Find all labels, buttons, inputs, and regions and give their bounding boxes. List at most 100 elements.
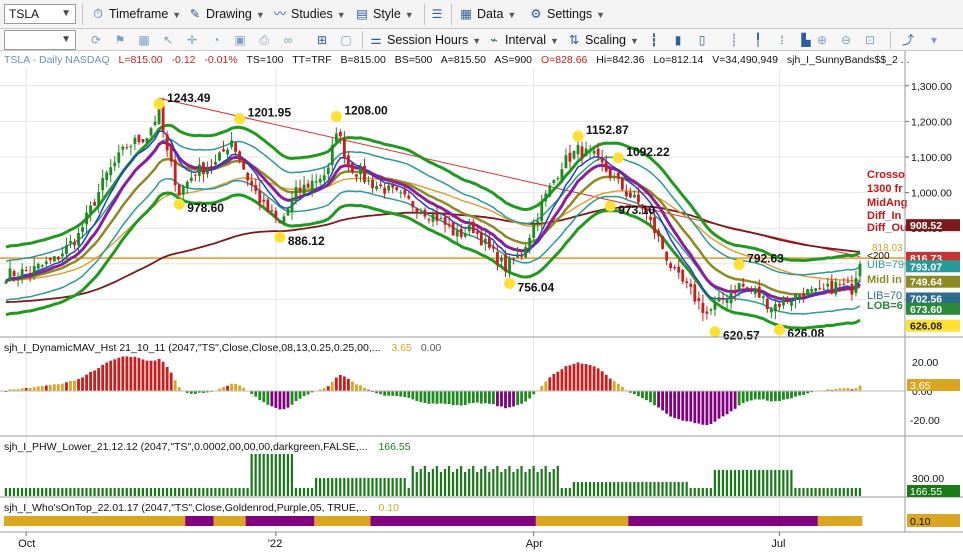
- mav-histogram-bar: [677, 391, 681, 420]
- phw-histogram-bar: [85, 488, 88, 496]
- wot-segment: [531, 516, 537, 526]
- phw-histogram-bar: [20, 488, 24, 496]
- phw-histogram-bar: [516, 469, 519, 496]
- wot-segment: [60, 516, 65, 526]
- wot-segment: [567, 516, 573, 526]
- price-marker-label: 908.52: [910, 220, 942, 232]
- phw-histogram-bar: [351, 478, 354, 496]
- phw-histogram-bar: [270, 454, 273, 496]
- candle-body: [536, 220, 540, 223]
- wot-segment: [829, 516, 835, 526]
- wot-segment: [745, 516, 750, 526]
- interval-icon: ⌁: [490, 33, 498, 47]
- add-chart-icon[interactable]: ⤴: [900, 32, 916, 48]
- zoom-fit-icon[interactable]: ⊡: [862, 32, 878, 48]
- dot-chart-icon[interactable]: ⁞: [774, 32, 790, 48]
- session-hours-button[interactable]: ⚌ Session Hours ▼: [368, 30, 481, 50]
- alert-icon[interactable]: ⚑: [112, 32, 128, 48]
- phw-histogram-bar: [745, 470, 749, 496]
- hollow-candle-icon[interactable]: ▯: [694, 32, 710, 48]
- candle-body: [222, 149, 225, 152]
- wot-segment: [721, 516, 726, 526]
- wot-segment: [16, 516, 21, 526]
- candle-body: [258, 190, 262, 204]
- wot-segment: [370, 516, 375, 526]
- phw-histogram-bar: [713, 470, 716, 496]
- wot-segment: [189, 516, 194, 526]
- timeframe-label: Timeframe: [109, 7, 169, 21]
- phw-histogram-bar: [758, 470, 761, 496]
- zoom-out-icon[interactable]: ⊖: [838, 32, 854, 48]
- phw-histogram-bar: [419, 469, 422, 496]
- panes-icon[interactable]: ☰: [429, 6, 445, 22]
- grid-icon[interactable]: ▦: [136, 32, 152, 48]
- mav-histogram-bar: [443, 391, 447, 404]
- wot-segment: [128, 516, 134, 526]
- chevron-down-icon: ▼: [61, 8, 71, 19]
- style-button[interactable]: ▤ Style ▼: [354, 4, 414, 24]
- candle-body: [786, 299, 789, 303]
- gauge-icon[interactable]: ◔: [208, 32, 224, 48]
- wot-segment: [712, 516, 718, 526]
- mav-tick-20: 20.00: [912, 357, 938, 369]
- phw-histogram-bar: [544, 466, 547, 496]
- wot-segment: [169, 516, 174, 526]
- cursor-icon[interactable]: ↖: [160, 32, 176, 48]
- phw-histogram-bar: [109, 488, 112, 496]
- wot-segment: [789, 516, 794, 526]
- mav-histogram-bar: [483, 391, 487, 404]
- candle-body: [826, 283, 830, 287]
- phw-histogram-bar: [657, 482, 660, 496]
- phw-histogram-bar: [101, 488, 104, 496]
- candle-body: [810, 289, 814, 292]
- phw-histogram-bar: [77, 488, 80, 496]
- line-chart-icon[interactable]: ╿: [750, 32, 766, 48]
- phw-histogram-bar: [226, 488, 229, 496]
- chevron-down-icon[interactable]: ▾: [926, 32, 942, 48]
- window-icon[interactable]: ▢: [338, 32, 354, 48]
- timeframe-button[interactable]: ⏱ Timeframe ▼: [90, 4, 181, 24]
- phw-histogram-bar: [459, 466, 463, 496]
- phw-histogram-bar: [822, 488, 825, 496]
- wot-segment: [20, 516, 25, 526]
- mav-histogram-bar: [753, 391, 757, 400]
- interval-input[interactable]: ▼: [4, 30, 76, 50]
- candlestick-icon[interactable]: ▮: [670, 32, 686, 48]
- mav-histogram-bar: [600, 371, 604, 391]
- mav-histogram-bar: [512, 391, 515, 407]
- mav-histogram-bar: [508, 391, 511, 408]
- bar-chart-icon[interactable]: ┇: [646, 32, 662, 48]
- mav-histogram-bar: [298, 391, 302, 399]
- wot-segment: [414, 516, 420, 526]
- scaling-button[interactable]: ⇅ Scaling ▼: [566, 30, 639, 50]
- phw-histogram-bar: [830, 488, 833, 496]
- ohlc-bar-icon[interactable]: ┊: [726, 32, 742, 48]
- chart-area[interactable]: 1243.49 1201.95 1208.00 978.60 886.12 756.04 1…: [0, 51, 963, 555]
- candle-body: [8, 268, 12, 281]
- settings-button[interactable]: ⚙ Settings ▼: [528, 4, 605, 24]
- wot-segment: [269, 516, 275, 526]
- link-icon[interactable]: ∞: [280, 32, 296, 48]
- refresh-icon[interactable]: ⟳: [88, 32, 104, 48]
- candle-body: [330, 145, 334, 166]
- zoom-in-icon[interactable]: ⊕: [814, 32, 830, 48]
- symbol-input[interactable]: TSLA ▼: [4, 4, 76, 24]
- interval-button[interactable]: ⌁ Interval ▼: [486, 30, 559, 50]
- mav-histogram-bar: [504, 391, 507, 409]
- data-button[interactable]: ▦ Data ▼: [458, 4, 516, 24]
- wot-segment: [177, 516, 182, 526]
- wot-segment: [769, 516, 774, 526]
- drawing-button[interactable]: ✎ Drawing ▼: [187, 4, 265, 24]
- print-icon[interactable]: ⎙: [256, 32, 272, 48]
- candle-body: [737, 283, 741, 291]
- studies-button[interactable]: 〰 Studies ▼: [272, 4, 346, 24]
- camera-icon[interactable]: ▣: [232, 32, 248, 48]
- area-chart-icon[interactable]: ▙: [798, 32, 814, 48]
- wot-segment: [406, 516, 412, 526]
- mav-histogram-bar: [552, 373, 556, 391]
- symbol-list-icon[interactable]: ⊞: [314, 32, 330, 48]
- wot-segment: [64, 516, 69, 526]
- candle-body: [524, 247, 528, 258]
- phw-histogram-bar: [580, 482, 584, 496]
- crosshair-icon[interactable]: ✛: [184, 32, 200, 48]
